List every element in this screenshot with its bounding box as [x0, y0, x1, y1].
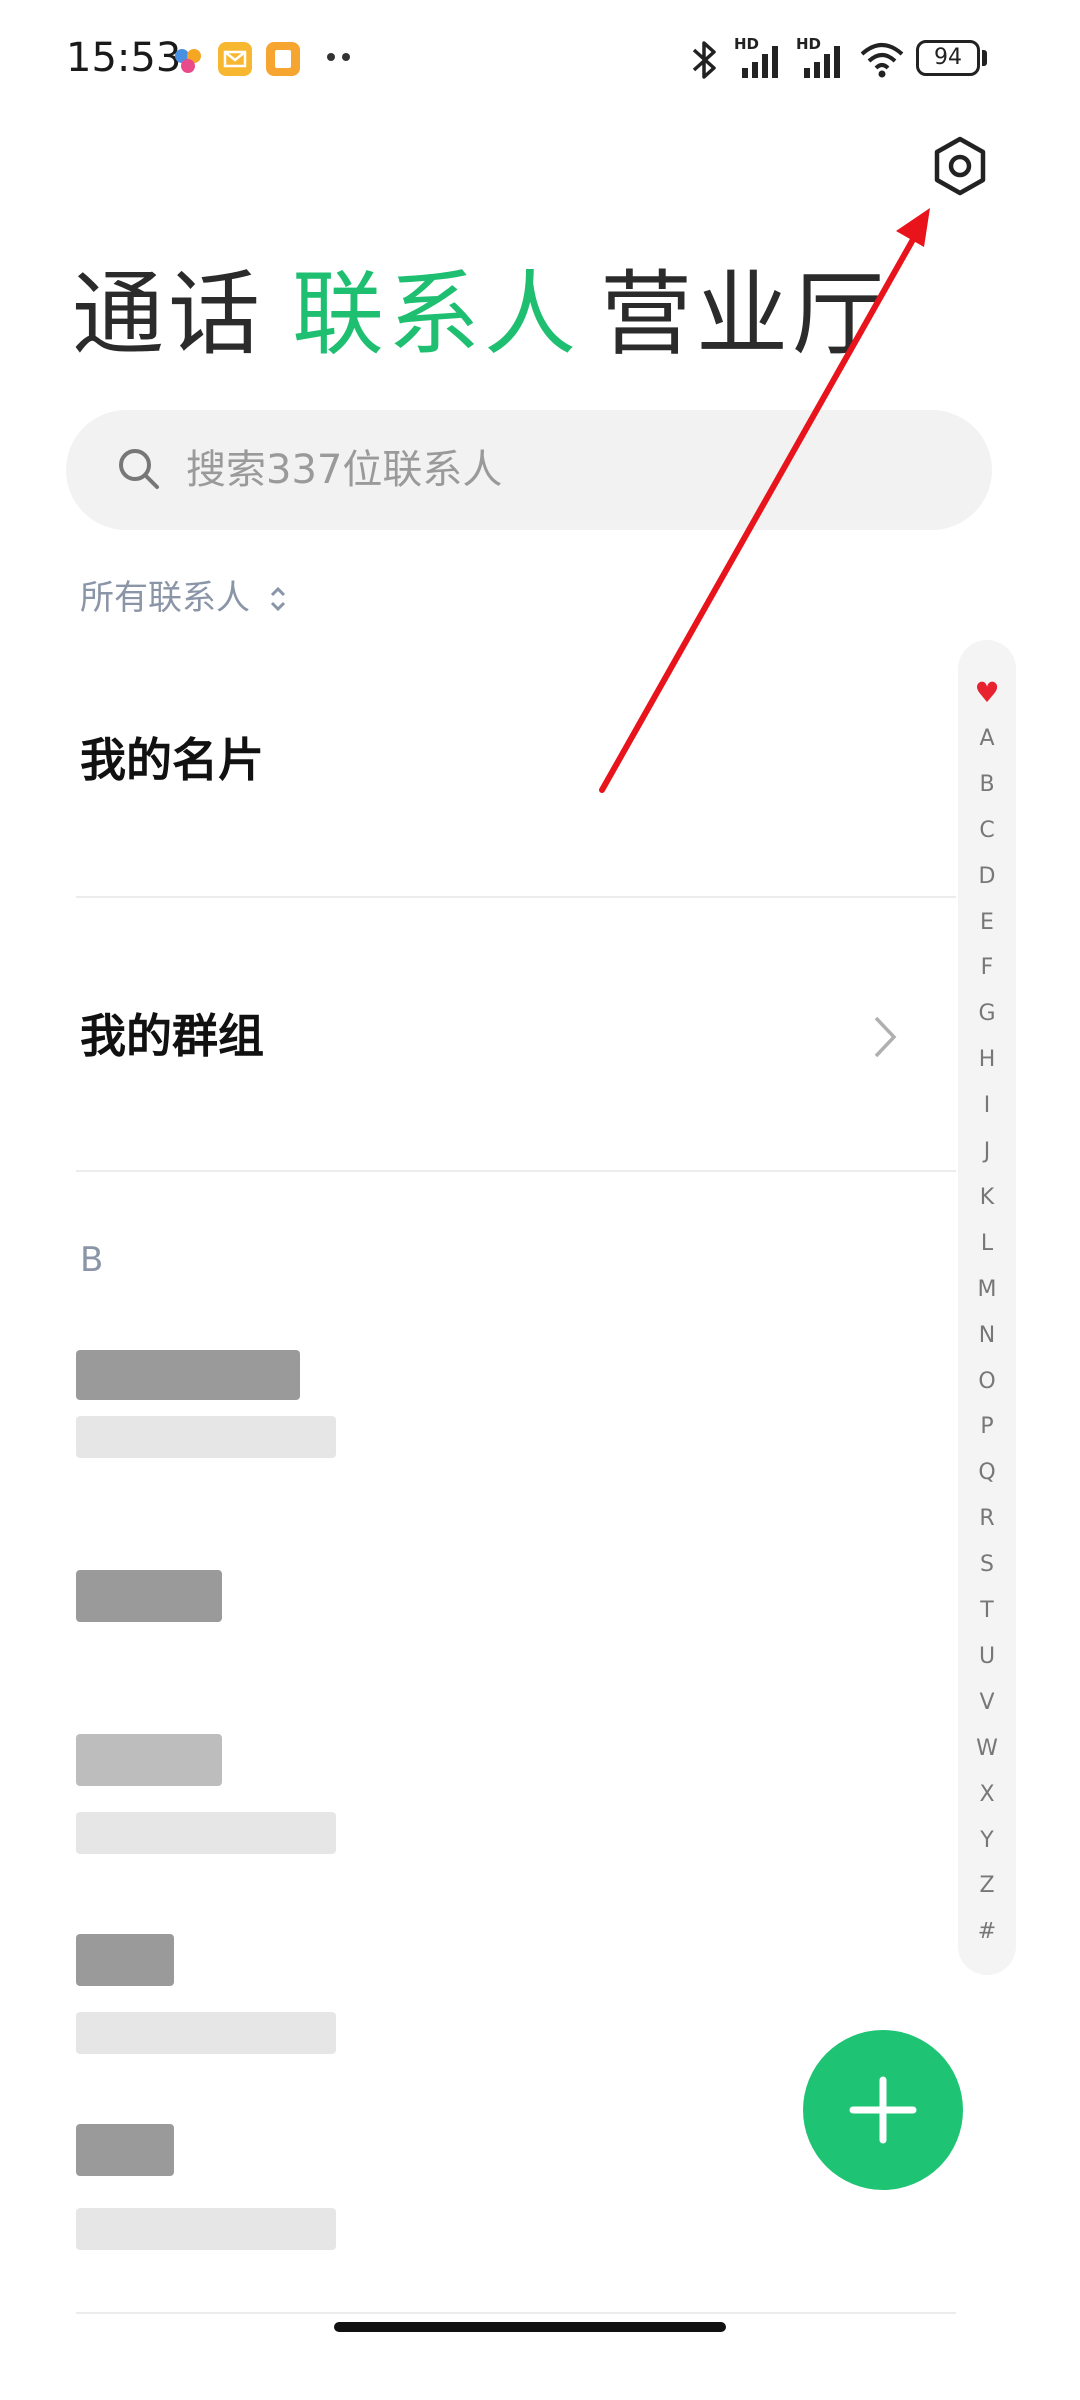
- index-letter-B[interactable]: B: [958, 770, 1016, 800]
- index-letter-T[interactable]: T: [958, 1596, 1016, 1626]
- index-favorites-heart[interactable]: ♥: [958, 678, 1016, 708]
- bluetooth-icon: [692, 41, 716, 79]
- section-letter: B: [80, 1240, 104, 1280]
- chevron-right-icon[interactable]: [870, 1012, 900, 1062]
- index-letter-L[interactable]: L: [958, 1229, 1016, 1259]
- index-letter-I[interactable]: I: [958, 1091, 1016, 1121]
- more-dots-icon: [327, 53, 350, 61]
- tab-service-hall[interactable]: 营业厅: [600, 260, 888, 370]
- my-groups-item[interactable]: 我的群组: [80, 1006, 264, 1066]
- index-letter-U[interactable]: U: [958, 1642, 1016, 1672]
- search-icon: [119, 449, 159, 489]
- hexagon-settings-icon[interactable]: [932, 136, 988, 196]
- index-letter-C[interactable]: C: [958, 816, 1016, 846]
- colorful-app-icon: [175, 49, 201, 73]
- status-time: 15:53: [66, 35, 182, 81]
- search-input[interactable]: 搜索337位联系人: [186, 438, 502, 502]
- index-letter-M[interactable]: M: [958, 1275, 1016, 1305]
- index-letter-Z[interactable]: Z: [958, 1871, 1016, 1901]
- my-card-item[interactable]: 我的名片: [80, 730, 264, 790]
- battery-tip: [982, 50, 987, 66]
- index-letter-Q[interactable]: Q: [958, 1458, 1016, 1488]
- tab-contacts[interactable]: 联系人: [292, 260, 580, 370]
- index-letter-hash[interactable]: #: [958, 1917, 1016, 1947]
- divider: [76, 1170, 956, 1172]
- index-letter-Y[interactable]: Y: [958, 1826, 1016, 1856]
- notes-app-icon: [266, 42, 300, 76]
- plus-icon: [849, 2076, 917, 2144]
- index-letter-G[interactable]: G: [958, 999, 1016, 1029]
- index-letter-D[interactable]: D: [958, 862, 1016, 892]
- contact-row[interactable]: [30, 1924, 390, 2074]
- divider: [76, 2312, 956, 2314]
- add-contact-button[interactable]: [803, 2030, 963, 2190]
- battery-icon: 94: [916, 40, 980, 76]
- index-letter-P[interactable]: P: [958, 1412, 1016, 1442]
- contact-row[interactable]: [30, 1560, 390, 1670]
- contact-row[interactable]: [30, 1724, 390, 1874]
- contact-row[interactable]: [30, 1340, 390, 1490]
- index-letter-V[interactable]: V: [958, 1688, 1016, 1718]
- index-letter-W[interactable]: W: [958, 1734, 1016, 1764]
- index-letter-A[interactable]: A: [958, 724, 1016, 754]
- index-letter-K[interactable]: K: [958, 1183, 1016, 1213]
- index-letter-X[interactable]: X: [958, 1780, 1016, 1810]
- hd-signal-icon: HD: [734, 36, 786, 80]
- wifi-icon: [860, 43, 904, 78]
- hd-signal-icon: HD: [796, 36, 848, 80]
- index-letter-F[interactable]: F: [958, 953, 1016, 983]
- divider: [76, 896, 956, 898]
- contact-row[interactable]: [30, 2116, 390, 2266]
- contacts-filter-label[interactable]: 所有联系人: [80, 572, 250, 624]
- index-letter-N[interactable]: N: [958, 1321, 1016, 1351]
- index-letter-O[interactable]: O: [958, 1367, 1016, 1397]
- sort-toggle-icon[interactable]: [268, 584, 288, 614]
- index-letter-E[interactable]: E: [958, 908, 1016, 938]
- mail-app-icon: [218, 42, 252, 76]
- index-letter-R[interactable]: R: [958, 1504, 1016, 1534]
- index-letter-J[interactable]: J: [958, 1137, 1016, 1167]
- index-letter-H[interactable]: H: [958, 1045, 1016, 1075]
- tab-calls[interactable]: 通话: [72, 260, 264, 370]
- index-letter-S[interactable]: S: [958, 1550, 1016, 1580]
- home-indicator[interactable]: [334, 2322, 726, 2332]
